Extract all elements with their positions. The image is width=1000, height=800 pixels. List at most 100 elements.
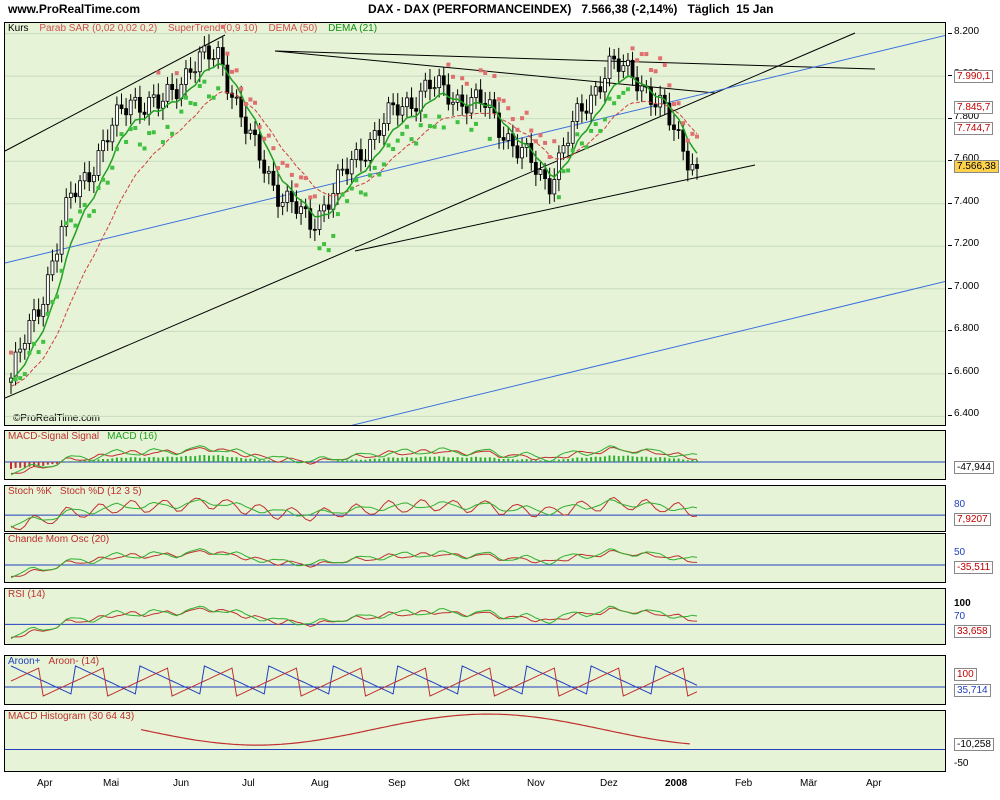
candle-body bbox=[561, 145, 566, 154]
sar-dot bbox=[9, 350, 13, 355]
sar-dot bbox=[294, 183, 299, 188]
candle-body bbox=[635, 77, 640, 92]
supertrend-dot bbox=[27, 350, 32, 355]
y-tickmark bbox=[948, 287, 952, 289]
sar-dot bbox=[497, 97, 502, 102]
macd-pane[interactable]: MACD-Signal Signal MACD (16) bbox=[4, 430, 946, 480]
sar-dot bbox=[285, 163, 290, 168]
stoch-pane[interactable]: Stoch %K Stoch %D (12 3 5) bbox=[4, 485, 946, 532]
sar-dot bbox=[547, 154, 552, 159]
sar-dot bbox=[543, 140, 548, 145]
sar-dot bbox=[446, 62, 451, 67]
candle-body bbox=[220, 47, 225, 66]
candle-body bbox=[335, 169, 340, 194]
price-value-label: 7.990,1 bbox=[954, 70, 994, 84]
candle-body bbox=[87, 172, 92, 183]
candle-body bbox=[400, 106, 405, 116]
sar-dot bbox=[644, 52, 649, 57]
supertrend-dot bbox=[625, 87, 630, 92]
supertrend-dot bbox=[18, 376, 23, 381]
chande-line-2 bbox=[10, 548, 698, 579]
candle-body bbox=[156, 94, 161, 109]
supertrend-dot bbox=[68, 218, 73, 223]
candle-body bbox=[207, 45, 211, 60]
y-tickmark bbox=[948, 160, 952, 162]
chande-line-1 bbox=[10, 549, 698, 577]
candle-body bbox=[354, 149, 359, 160]
supertrend-dot bbox=[142, 146, 147, 151]
supertrend-dot bbox=[128, 127, 133, 132]
candle-body bbox=[418, 90, 423, 112]
supertrend-dot bbox=[372, 165, 377, 170]
candle-body bbox=[345, 168, 349, 175]
sar-dot bbox=[524, 110, 529, 115]
candle-body bbox=[151, 94, 156, 98]
candle-body bbox=[603, 78, 607, 93]
supertrend-dot bbox=[598, 128, 603, 133]
aroon-pane[interactable]: Aroon+ Aroon- (14) bbox=[4, 655, 946, 705]
supertrend-dot bbox=[133, 126, 138, 131]
y-tick-label: 6.800 bbox=[954, 323, 980, 335]
candle-body bbox=[474, 89, 478, 98]
sar-dot bbox=[174, 71, 179, 76]
sar-dot bbox=[271, 146, 276, 151]
x-tick-label: Aug bbox=[311, 778, 329, 789]
supertrend-dot bbox=[50, 299, 55, 304]
supertrend-dot bbox=[579, 141, 584, 146]
site-name[interactable]: www.ProRealTime.com bbox=[8, 0, 140, 20]
price-axis: 8.2008.0007.8007.6007.4007.2007.0006.800… bbox=[948, 22, 1000, 426]
stoch-line-2 bbox=[10, 499, 698, 528]
candle-body bbox=[45, 274, 50, 305]
supertrend-dot bbox=[432, 124, 437, 129]
candle-body bbox=[607, 55, 612, 80]
sar-dot bbox=[630, 46, 635, 51]
chande-pane[interactable]: Chande Mom Osc (20) bbox=[4, 533, 946, 583]
sar-dot bbox=[262, 136, 267, 141]
supertrend-dot bbox=[216, 86, 221, 91]
supertrend-dot bbox=[202, 79, 207, 84]
candle-body bbox=[552, 179, 557, 195]
sar-dot bbox=[257, 124, 262, 129]
candle-body bbox=[197, 51, 202, 73]
rsi-value: 33,658 bbox=[954, 625, 991, 638]
supertrend-dot bbox=[160, 140, 165, 145]
candle-body bbox=[409, 97, 414, 109]
candle-body bbox=[639, 85, 644, 92]
x-tick-label: Apr bbox=[866, 778, 882, 789]
supertrend-dot bbox=[414, 141, 419, 146]
sar-dot bbox=[533, 139, 538, 144]
sar-dot bbox=[676, 101, 681, 106]
supertrend-dot bbox=[64, 221, 69, 226]
supertrend-dot bbox=[427, 124, 432, 129]
candle-body bbox=[432, 87, 437, 90]
supertrend-dot bbox=[188, 100, 193, 105]
supertrend-dot bbox=[593, 122, 598, 127]
candle-body bbox=[317, 210, 322, 230]
candle-body bbox=[22, 343, 27, 350]
supertrend-dot bbox=[147, 131, 152, 136]
candle-body bbox=[501, 137, 506, 141]
sar-dot bbox=[529, 128, 534, 133]
macd-value: -47,944 bbox=[954, 461, 994, 474]
supertrend-dot bbox=[621, 90, 626, 95]
sar-dot bbox=[248, 97, 253, 102]
supertrend-dot bbox=[170, 131, 175, 136]
supertrend-dot bbox=[105, 180, 110, 185]
sar-dot bbox=[450, 74, 455, 79]
chande-plot bbox=[5, 548, 945, 579]
price-value-label: 7.744,7 bbox=[954, 122, 994, 136]
price-plot bbox=[5, 24, 945, 425]
x-tick-label: Jun bbox=[173, 778, 190, 789]
sar-dot bbox=[515, 127, 520, 132]
supertrend-dot bbox=[322, 242, 327, 247]
sar-dot bbox=[685, 138, 690, 143]
supertrend-dot bbox=[589, 128, 594, 133]
price-pane[interactable]: Kurs Parab SAR (0,02 0,02 0,2) SuperTren… bbox=[4, 22, 946, 426]
sar-dot bbox=[460, 76, 465, 81]
sar-dot bbox=[662, 62, 667, 67]
candle-body bbox=[464, 105, 469, 114]
supertrend-dot bbox=[570, 148, 575, 153]
sar-dot bbox=[510, 117, 515, 122]
macdhist-pane[interactable]: MACD Histogram (30 64 43) bbox=[4, 710, 946, 772]
rsi-pane[interactable]: RSI (14) bbox=[4, 588, 946, 645]
